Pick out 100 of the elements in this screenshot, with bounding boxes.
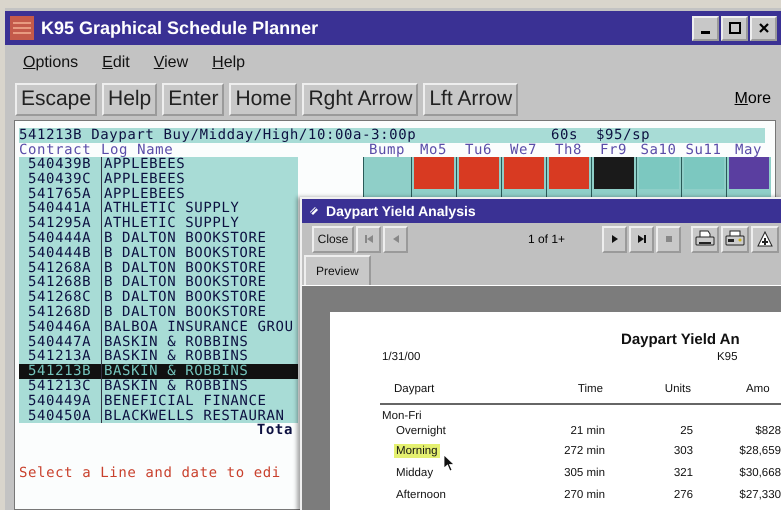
contract-cell-text: 541268B [27, 275, 92, 290]
name-cell: APPLEBEES [101, 186, 298, 202]
list-row[interactable]: 540439C APPLEBEES [19, 172, 298, 187]
amount-cell-text: $27,330 [738, 489, 781, 501]
printer-icon [725, 230, 745, 248]
amount-cell-text: $30,668 [738, 467, 781, 479]
minimize-button[interactable] [692, 16, 719, 40]
contract-cell-text: 540444B [27, 246, 92, 261]
toolbar-button[interactable]: Escape [15, 82, 98, 116]
name-cell: B DALTON BOOKSTORE [101, 304, 298, 320]
name-cell: B DALTON BOOKSTORE [101, 260, 298, 276]
contract-cell-text: 541213A [27, 349, 92, 364]
close-icon [758, 22, 770, 34]
window-title: K95 Graphical Schedule Planner [41, 18, 318, 38]
day-header: We7 [508, 143, 538, 157]
list-row[interactable]: 540450A BLACKWELLS RESTAURAN [19, 408, 298, 424]
schedule-cell[interactable] [414, 157, 454, 189]
day-header: Fr9 [598, 143, 628, 157]
contract-cell-text: 541213B [27, 364, 92, 379]
contract-cell-text: 541268D [27, 304, 92, 320]
minimize-icon [701, 30, 710, 34]
schedule-cell[interactable] [549, 157, 589, 189]
day-header: Sa10 [639, 143, 678, 157]
amount-cell-text: $28,659 [738, 445, 781, 457]
total-label: Tota [256, 423, 294, 438]
time-cell-text: 272 min [563, 445, 605, 457]
list-row[interactable]: 541268C B DALTON BOOKSTORE [19, 290, 298, 305]
list-row[interactable]: 540446A BALBOA INSURANCE GROU [19, 320, 298, 335]
toolbar-button[interactable]: Help [102, 82, 158, 116]
printer-button[interactable] [721, 226, 749, 252]
list-row[interactable]: 540449A BENEFICIAL FINANCE [19, 394, 298, 409]
list-row[interactable]: 540447A BASKIN & ROBBINS [19, 334, 298, 350]
list-row[interactable]: 541268D B DALTON BOOKSTORE [19, 304, 298, 320]
list-row[interactable]: 541765A APPLEBEES [19, 186, 298, 202]
toolbar-button[interactable]: Lft Arrow [423, 82, 518, 116]
schedule-cell[interactable] [729, 157, 769, 189]
contract-cell-text: 540447A [27, 334, 92, 350]
list-row[interactable]: 541268B B DALTON BOOKSTORE [19, 275, 298, 290]
day-header: May [734, 143, 764, 157]
daypart-cell[interactable]: Midday [396, 467, 434, 479]
report-title: Daypart Yield An [621, 331, 740, 348]
list-row[interactable]: 541295A ATHLETIC SUPPLY [19, 216, 298, 231]
report-date: 1/31/00 [382, 351, 422, 363]
last-page-button[interactable] [629, 226, 654, 252]
toolbar-button[interactable]: Home [229, 82, 298, 116]
export-button[interactable] [751, 226, 779, 252]
daypart-cell[interactable]: Afternoon [396, 489, 446, 501]
amount-cell-text: $828 [754, 425, 781, 437]
toolbar-button[interactable]: Enter [162, 82, 224, 116]
buy-title: 541213B Daypart Buy/Midday/High/10:00a-3:00p [19, 128, 418, 143]
schedule-cell[interactable] [594, 157, 634, 189]
menu-item[interactable]: Options [23, 54, 78, 72]
list-row[interactable]: 541268A B DALTON BOOKSTORE [19, 260, 298, 276]
name-cell: ATHLETIC SUPPLY [101, 216, 298, 231]
list-row[interactable]: 540444A B DALTON BOOKSTORE [19, 230, 298, 246]
daypart-cell[interactable]: Morning [394, 444, 440, 458]
schedule-cell[interactable] [684, 157, 724, 189]
close-button[interactable]: Close [312, 226, 354, 252]
menu-item[interactable]: Edit [102, 54, 130, 72]
time-cell-text: 21 min [569, 425, 605, 437]
list-row[interactable]: 541213B BASKIN & ROBBINS [19, 364, 298, 379]
daypart-cell[interactable]: Overnight [396, 425, 446, 437]
contract-cell-text: 540441A [27, 201, 92, 216]
list-row[interactable]: 540444B B DALTON BOOKSTORE [19, 246, 298, 261]
menu-item[interactable]: Help [212, 54, 246, 72]
name-cell: B DALTON BOOKSTORE [101, 230, 298, 246]
schedule-cell[interactable] [459, 157, 499, 189]
contract-cell-text: 540446A [27, 320, 92, 335]
next-button[interactable] [602, 226, 627, 252]
schedule-cell[interactable] [639, 157, 679, 189]
spot-rate: $95/sp [596, 128, 652, 143]
mouse-pointer-icon [443, 454, 455, 472]
toolbar-button[interactable]: Rght Arrow [302, 82, 418, 116]
name-cell: ATHLETIC SUPPLY [101, 201, 298, 216]
dialog-app-icon [308, 205, 320, 217]
units-cell-text: 276 [672, 489, 693, 501]
close-button[interactable] [750, 16, 777, 40]
name-cell: BASKIN & ROBBINS [101, 364, 298, 379]
more-button[interactable]: More [734, 90, 771, 108]
day-header: Mo5 [418, 143, 448, 157]
day-header: Tu6 [464, 143, 494, 157]
printer-button[interactable] [691, 226, 719, 252]
name-cell: APPLEBEES [101, 172, 298, 187]
maximize-icon [728, 22, 740, 34]
list-row[interactable]: 541213C BASKIN & ROBBINS [19, 378, 298, 394]
contract-cell-text: 540449A [27, 394, 92, 409]
contract-cell-text: 541295A [27, 216, 92, 231]
name-cell: BLACKWELLS RESTAURAN [101, 408, 298, 424]
tab[interactable]: Preview [304, 255, 371, 285]
schedule-cell[interactable] [504, 157, 544, 189]
contract-cell-text: 541213C [27, 378, 92, 394]
name-cell: APPLEBEES [101, 157, 298, 172]
list-row[interactable]: 540439B APPLEBEES [19, 157, 298, 172]
list-row[interactable]: 540441A ATHLETIC SUPPLY [19, 201, 298, 216]
time-cell-text: 305 min [563, 467, 605, 479]
column-header: Log Name [101, 143, 174, 157]
menu-item[interactable]: View [154, 54, 188, 72]
export-icon [755, 230, 775, 248]
maximize-button[interactable] [721, 16, 748, 40]
contract-cell-text: 540439B [27, 157, 92, 172]
